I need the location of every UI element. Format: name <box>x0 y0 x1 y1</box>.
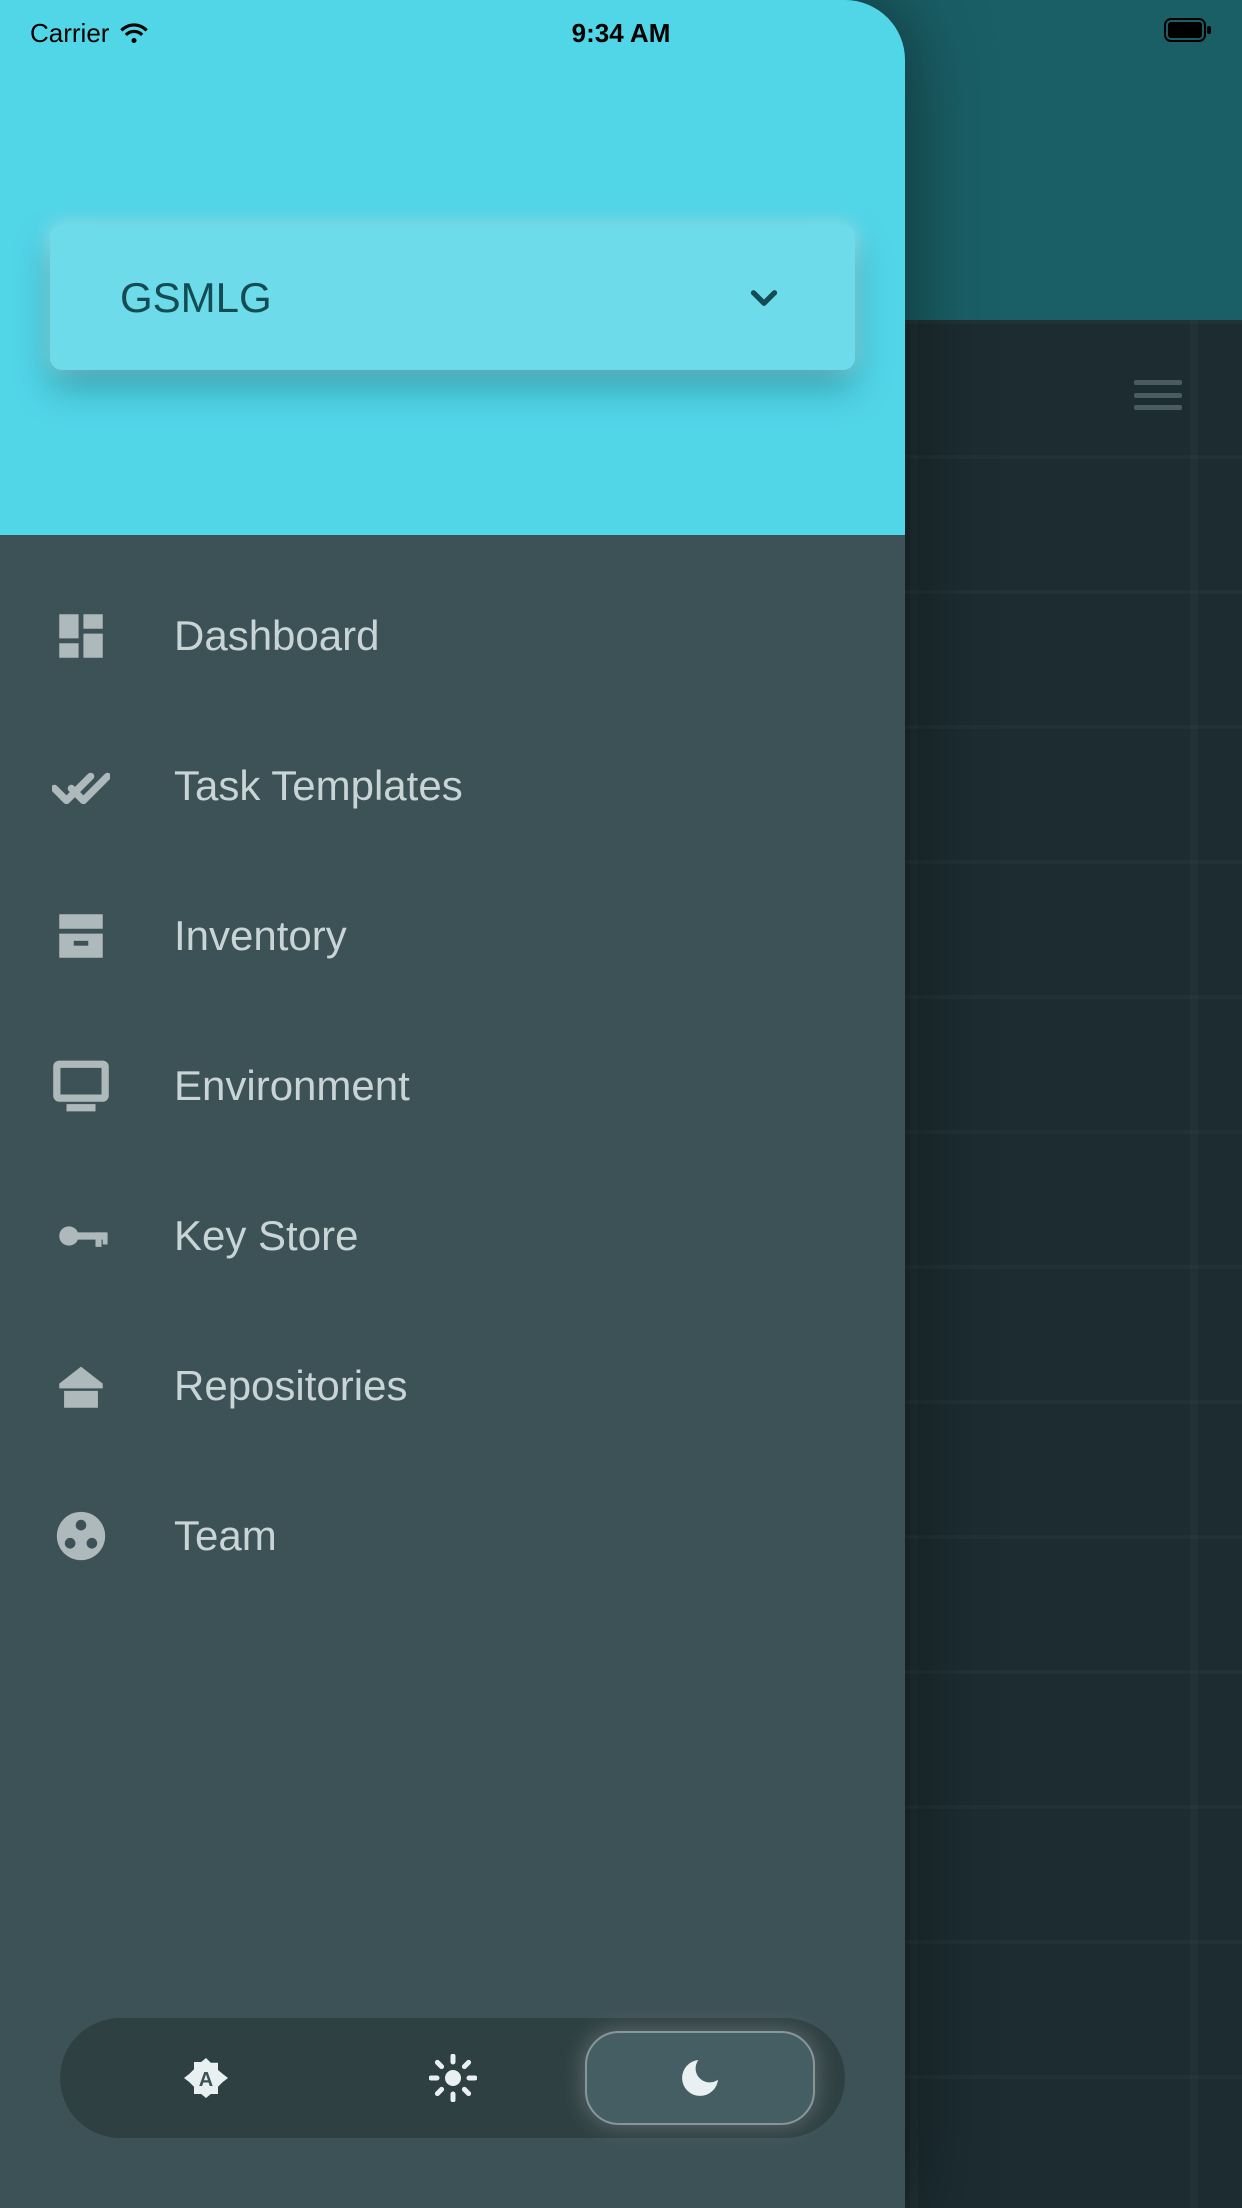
status-time: 9:34 AM <box>572 18 671 49</box>
sun-icon <box>429 2054 477 2102</box>
status-bar: Carrier 9:34 AM <box>0 0 1242 66</box>
status-carrier: Carrier <box>30 18 109 49</box>
theme-dark-button[interactable] <box>585 2031 815 2125</box>
nav-item-label: Environment <box>174 1062 410 1110</box>
group-icon <box>50 1505 112 1567</box>
nav-item-environment[interactable]: Environment <box>50 1055 855 1117</box>
nav-item-key-store[interactable]: Key Store <box>50 1205 855 1267</box>
nav-item-label: Repositories <box>174 1362 407 1410</box>
wifi-icon <box>119 18 149 48</box>
status-left: Carrier <box>30 18 149 49</box>
nav-item-inventory[interactable]: Inventory <box>50 905 855 967</box>
theme-switch: A <box>60 2018 845 2138</box>
status-right <box>1164 18 1212 49</box>
nav-item-label: Inventory <box>174 912 347 960</box>
nav-item-team[interactable]: Team <box>50 1505 855 1567</box>
nav-item-label: Task Templates <box>174 762 463 810</box>
nav-item-label: Team <box>174 1512 277 1560</box>
theme-auto-button[interactable]: A <box>91 2031 321 2125</box>
project-selector[interactable]: GSMLG <box>50 225 855 370</box>
brightness-auto-icon: A <box>182 2054 230 2102</box>
archive-icon <box>50 905 112 967</box>
drawer-nav: Dashboard Task Templates Inventory <box>0 535 905 2018</box>
nav-item-label: Dashboard <box>174 612 379 660</box>
chevron-down-icon <box>743 277 785 319</box>
key-icon <box>50 1205 112 1267</box>
monitor-icon <box>50 1055 112 1117</box>
double-check-icon <box>50 755 112 817</box>
nav-item-label: Key Store <box>174 1212 358 1260</box>
project-selector-label: GSMLG <box>120 274 272 322</box>
dashboard-icon <box>50 605 112 667</box>
svg-text:A: A <box>198 2069 212 2091</box>
navigation-drawer: GSMLG Dashboard Task Templates <box>0 0 905 2208</box>
drawer-header: GSMLG <box>0 0 905 535</box>
battery-icon <box>1164 18 1212 42</box>
home-icon <box>50 1355 112 1417</box>
hamburger-icon[interactable] <box>1134 380 1182 410</box>
nav-item-dashboard[interactable]: Dashboard <box>50 605 855 667</box>
nav-item-repositories[interactable]: Repositories <box>50 1355 855 1417</box>
moon-icon <box>676 2054 724 2102</box>
nav-item-task-templates[interactable]: Task Templates <box>50 755 855 817</box>
drawer-footer: A <box>0 2018 905 2208</box>
theme-light-button[interactable] <box>338 2031 568 2125</box>
